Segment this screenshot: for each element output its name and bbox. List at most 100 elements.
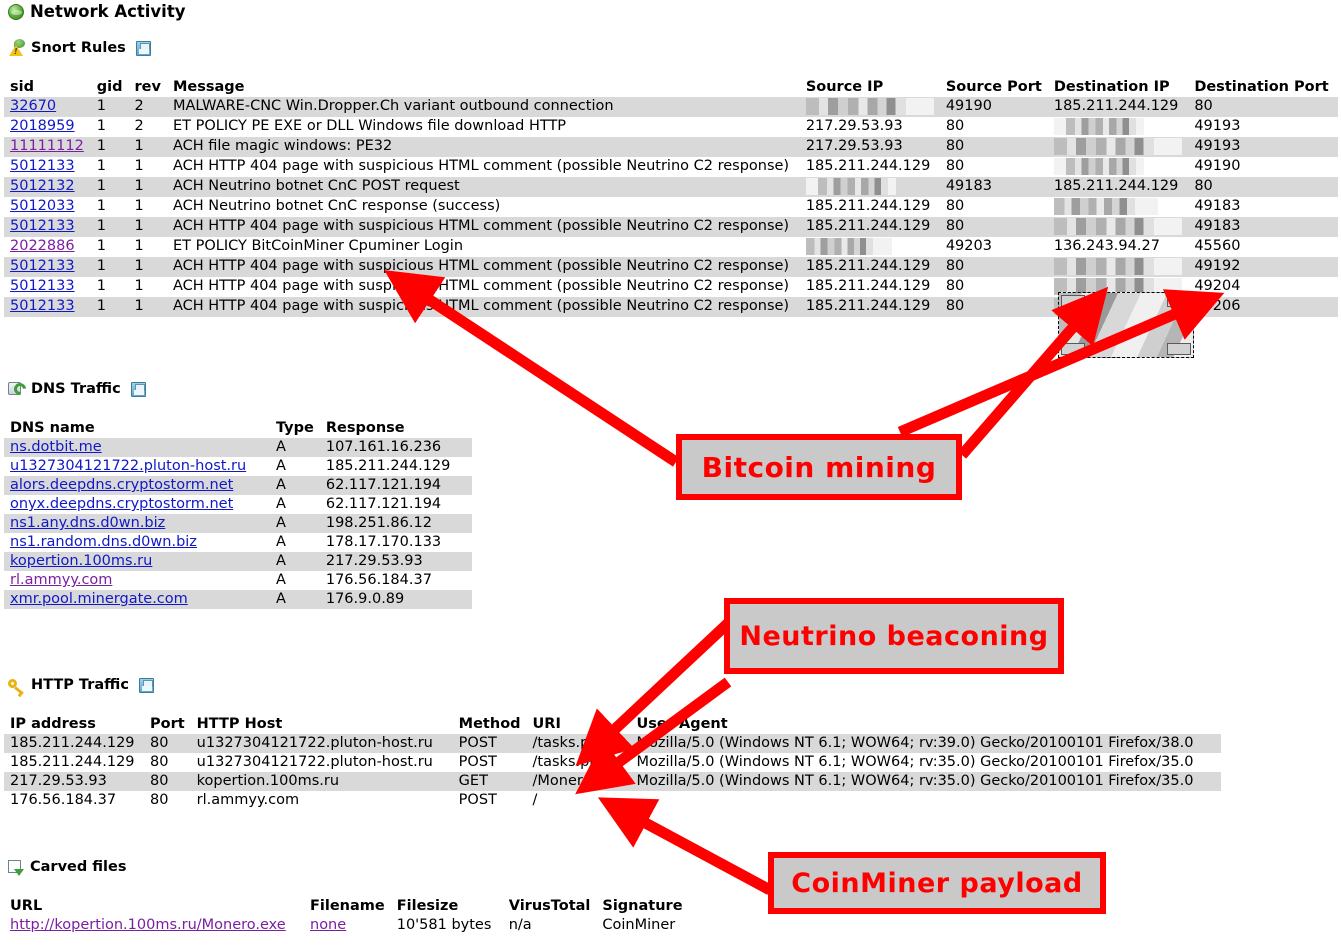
redacted-ip-block — [1053, 258, 1182, 275]
table-row: 5012033 1 1 ACH Neutrino botnet CnC respons… — [4, 197, 1338, 217]
snort-destination-port: 80 — [1188, 97, 1338, 117]
table-row: onyx.deepdns.cryptostorm.net A 62.117.121.… — [4, 495, 472, 514]
snort-source-ip — [800, 237, 940, 257]
dns-name-link[interactable]: onyx.deepdns.cryptostorm.net — [10, 496, 233, 512]
table-header-row: DNS name Type Response — [4, 419, 472, 438]
carved-signature: CoinMiner — [602, 917, 676, 933]
carved-files-header: Carved files — [2, 859, 126, 876]
snort-sid[interactable]: 2022886 — [4, 237, 91, 257]
snort-sid-link[interactable]: 11111112 — [10, 138, 84, 154]
redacted-ip-block — [805, 178, 896, 195]
snort-source-port: 80 — [945, 158, 965, 174]
table-row: ns1.random.dns.d0wn.biz A 178.17.170.133 — [4, 533, 472, 552]
snort-rev: 2 — [128, 97, 167, 117]
dns-name[interactable]: ns1.random.dns.d0wn.biz — [4, 533, 270, 552]
snort-gid: 1 — [90, 257, 129, 277]
snort-destination-ip — [1048, 157, 1188, 177]
snort-sid[interactable]: 5012132 — [4, 177, 91, 197]
annotation-bitcoin-mining: Bitcoin mining — [676, 434, 962, 500]
snort-sid[interactable]: 5012033 — [4, 197, 91, 217]
column-header-dns-name: DNS name — [4, 419, 270, 438]
dns-refresh-icon — [8, 380, 29, 398]
selection-handle-top-left[interactable] — [1061, 295, 1085, 307]
snort-sid-link[interactable]: 32670 — [10, 98, 56, 114]
snort-sid[interactable]: 5012133 — [4, 257, 91, 277]
table-row: 11111112 1 1 ACH file magic windows: PE32 21… — [4, 137, 1338, 157]
snort-source-port: 80 — [939, 217, 1048, 237]
column-header-sid: sid — [4, 78, 91, 97]
dns-name-link[interactable]: ns.dotbit.me — [10, 439, 102, 455]
http-port: 80 — [144, 772, 191, 791]
save-icon[interactable] — [135, 40, 151, 56]
snort-sid-link[interactable]: 5012033 — [10, 198, 75, 214]
dns-traffic-title: DNS Traffic — [31, 381, 121, 397]
dns-name[interactable]: ns.dotbit.me — [4, 438, 270, 457]
snort-gid: 1 — [96, 238, 107, 254]
dns-name[interactable]: alors.deepdns.cryptostorm.net — [4, 476, 270, 495]
snort-sid[interactable]: 5012133 — [4, 277, 91, 297]
carved-filename-link[interactable]: none — [310, 917, 346, 933]
dns-type: A — [276, 572, 286, 588]
snort-rules-title: Snort Rules — [31, 40, 126, 56]
snort-rev: 1 — [128, 257, 167, 277]
carved-filename[interactable]: none — [304, 916, 391, 935]
save-icon-dns[interactable] — [130, 381, 146, 397]
dns-name[interactable]: xmr.pool.minergate.com — [4, 590, 270, 609]
snort-sid-link[interactable]: 5012133 — [10, 258, 75, 274]
selection-handle-bottom-right[interactable] — [1167, 343, 1191, 355]
snort-sid[interactable]: 32670 — [4, 97, 91, 117]
table-row: kopertion.100ms.ru A 217.29.53.93 — [4, 552, 472, 571]
snort-sid-link[interactable]: 5012133 — [10, 158, 75, 174]
carved-url-link[interactable]: http://kopertion.100ms.ru/Monero.exe — [10, 917, 286, 933]
snort-sid-link[interactable]: 5012133 — [10, 298, 75, 314]
dns-name-link[interactable]: alors.deepdns.cryptostorm.net — [10, 477, 233, 493]
snort-rev: 1 — [128, 297, 167, 317]
snort-sid-link[interactable]: 5012133 — [10, 218, 75, 234]
snort-source-ip: 217.29.53.93 — [805, 118, 903, 134]
dns-name[interactable]: ns1.any.dns.d0wn.biz — [4, 514, 270, 533]
snort-sid-link[interactable]: 2018959 — [10, 118, 75, 134]
dns-name-link[interactable]: u1327304121722.pluton-host.ru — [10, 458, 246, 474]
selection-handle-top-right[interactable] — [1167, 295, 1191, 307]
snort-sid[interactable]: 11111112 — [4, 137, 91, 157]
table-header-row: IP address Port HTTP Host Method URI User Age… — [4, 715, 1221, 734]
snort-sid-link[interactable]: 5012132 — [10, 178, 75, 194]
snort-destination-port: 49190 — [1194, 158, 1241, 174]
snort-destination-port: 49193 — [1188, 137, 1338, 157]
snort-message: ACH HTTP 404 page with suspicious HTML c… — [166, 257, 800, 277]
dns-name-link[interactable]: ns1.random.dns.d0wn.biz — [10, 534, 197, 550]
dns-name[interactable]: kopertion.100ms.ru — [4, 552, 270, 571]
carved-url[interactable]: http://kopertion.100ms.ru/Monero.exe — [4, 916, 304, 935]
selection-handle-bottom-left[interactable] — [1061, 343, 1085, 355]
redacted-ip-block — [1053, 158, 1144, 175]
snort-destination-ip — [1047, 257, 1189, 277]
snort-destination-ip: 136.243.94.27 — [1053, 238, 1160, 254]
dns-name-link[interactable]: xmr.pool.minergate.com — [10, 591, 188, 607]
dns-name-link[interactable]: rl.ammyy.com — [10, 572, 112, 588]
snort-source-ip: 185.211.244.129 — [805, 278, 931, 294]
snort-sid-link[interactable]: 5012133 — [10, 278, 75, 294]
dns-name-link[interactable]: ns1.any.dns.d0wn.biz — [10, 515, 165, 531]
snort-sid[interactable]: 5012133 — [4, 157, 91, 177]
save-icon-http[interactable] — [138, 677, 154, 693]
dns-name-link[interactable]: kopertion.100ms.ru — [10, 553, 152, 569]
text-selection-box[interactable] — [1058, 292, 1194, 358]
http-port: 80 — [150, 754, 169, 770]
dns-response: 176.9.0.89 — [319, 590, 472, 609]
redacted-ip-block — [1053, 118, 1144, 135]
snort-sid[interactable]: 5012133 — [4, 297, 91, 317]
annotation-label: CoinMiner payload — [791, 867, 1083, 899]
dns-name[interactable]: rl.ammyy.com — [4, 571, 270, 590]
column-header-method: Method — [452, 715, 527, 734]
snort-sid-link[interactable]: 2022886 — [10, 238, 75, 254]
snort-source-ip — [799, 97, 940, 117]
dns-name[interactable]: onyx.deepdns.cryptostorm.net — [4, 495, 270, 514]
column-header-destination-port: Destination Port — [1188, 78, 1338, 97]
dns-name[interactable]: u1327304121722.pluton-host.ru — [4, 457, 270, 476]
http-host: rl.ammyy.com — [196, 792, 300, 808]
snort-gid: 1 — [96, 118, 107, 134]
snort-gid: 1 — [90, 297, 129, 317]
dns-type: A — [276, 458, 286, 474]
snort-sid[interactable]: 5012133 — [4, 217, 91, 237]
snort-sid[interactable]: 2018959 — [4, 117, 91, 137]
